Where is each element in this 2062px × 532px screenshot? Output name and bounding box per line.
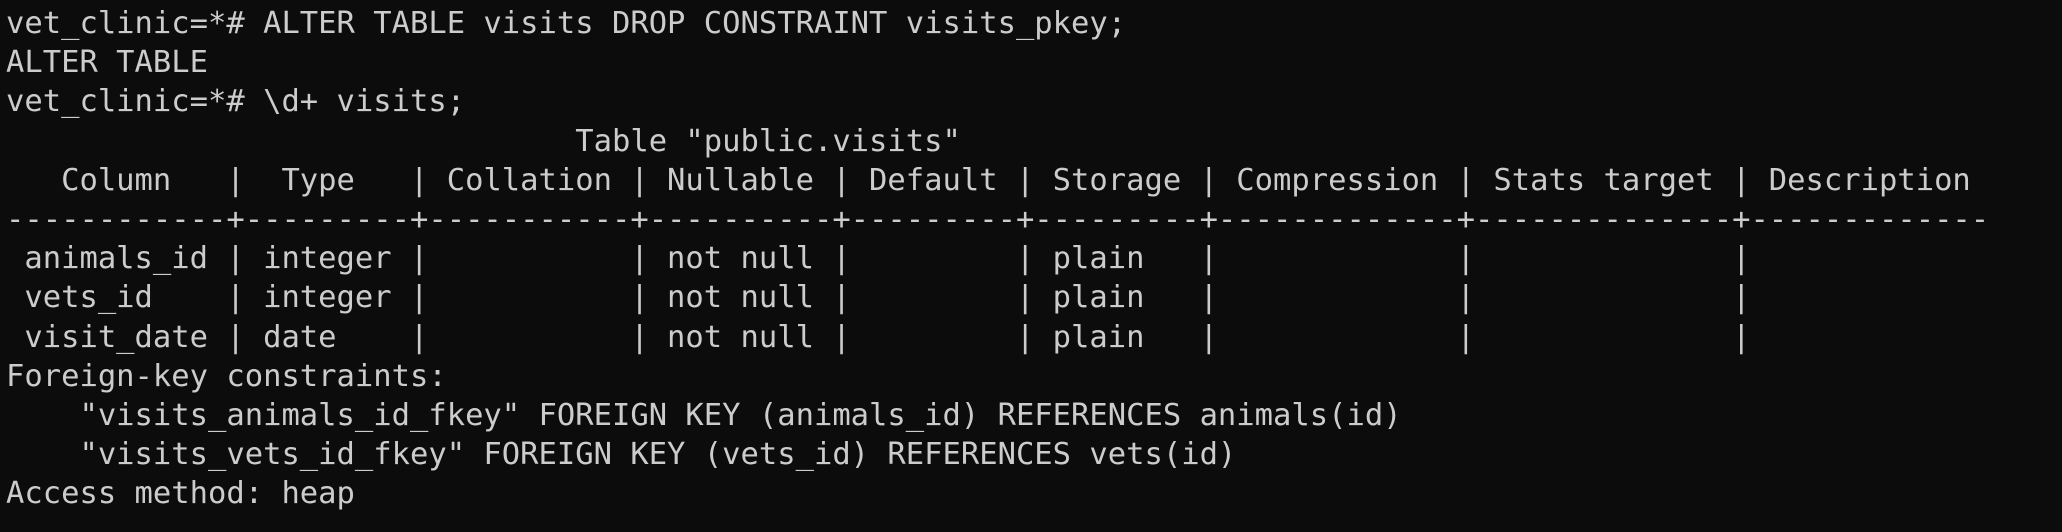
table-separator: ------------+---------+-----------+-----… [6, 201, 1990, 237]
foreign-key-constraint: "visits_vets_id_fkey" FOREIGN KEY (vets_… [6, 437, 1237, 473]
output-alter-table: ALTER TABLE [6, 45, 208, 81]
foreign-key-heading: Foreign-key constraints: [6, 358, 447, 394]
prompt-line-alter-table: vet_clinic=*# ALTER TABLE visits DROP CO… [6, 6, 1127, 41]
foreign-key-constraint: "visits_animals_id_fkey" FOREIGN KEY (an… [6, 397, 1402, 433]
terminal-window[interactable]: vet_clinic=*# ALTER TABLE visits DROP CO… [0, 0, 2062, 532]
table-header-row: Column | Type | Collation | Nullable | D… [6, 162, 1971, 198]
table-row: visit_date | date | | not null | | plain… [6, 319, 1751, 355]
access-method: Access method: heap [6, 476, 355, 512]
prompt-line-describe: vet_clinic=*# \d+ visits; [6, 84, 466, 120]
table-title: Table "public.visits" [6, 123, 961, 159]
table-row: vets_id | integer | | not null | | plain… [6, 280, 1751, 316]
table-row: animals_id | integer | | not null | | pl… [6, 241, 1751, 277]
